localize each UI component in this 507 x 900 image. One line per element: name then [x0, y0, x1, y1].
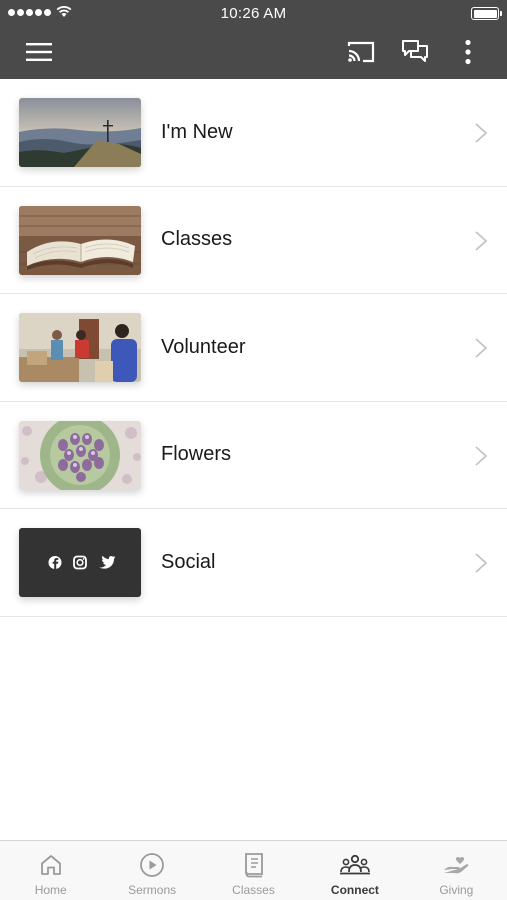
tab-connect[interactable]: Connect [304, 841, 405, 900]
tab-label: Classes [232, 883, 275, 897]
facebook-icon [48, 556, 62, 569]
more-vertical-icon [465, 39, 471, 65]
tab-sermons[interactable]: Sermons [101, 841, 202, 900]
cast-button[interactable] [344, 37, 378, 67]
tab-giving[interactable]: Giving [406, 841, 507, 900]
tab-label: Sermons [128, 883, 177, 897]
list-item-im-new[interactable]: I'm New [0, 79, 507, 187]
home-icon [40, 855, 61, 875]
social-icons-tile [19, 528, 141, 597]
chat-icon [402, 40, 428, 62]
more-options-button[interactable] [458, 37, 478, 67]
flower-bouquet-photo [19, 420, 141, 490]
list-item-label: Social [161, 550, 216, 573]
list-item-label: Classes [161, 228, 233, 251]
mountain-cross-photo [19, 98, 141, 167]
status-time: 10:26 AM [220, 5, 287, 22]
list-item-label: Flowers [161, 443, 232, 466]
volunteers-photo [19, 313, 141, 382]
chevron-right-icon [475, 230, 488, 251]
tab-label: Giving [439, 883, 474, 897]
open-bible-photo [19, 205, 141, 275]
chevron-right-icon [475, 123, 488, 143]
app-header: 10:26 AM [0, 0, 507, 79]
chat-button[interactable] [398, 37, 432, 67]
chevron-right-icon [475, 445, 488, 466]
hamburger-menu-button[interactable] [24, 38, 54, 66]
list-item-classes[interactable]: Classes [0, 187, 507, 294]
status-bar: 10:26 AM [0, 0, 507, 26]
list-item-flowers[interactable]: Flowers [0, 402, 507, 509]
app-bar [0, 26, 507, 79]
list-item-label: I'm New [161, 120, 233, 143]
list-item-label: Volunteer [161, 335, 246, 358]
book-icon [244, 853, 263, 878]
play-circle-icon [140, 853, 165, 877]
hamburger-menu-icon [26, 43, 52, 61]
tab-label: Connect [330, 883, 379, 897]
connect-list: I'm New Classes Volunteer Flowers Social [0, 79, 507, 617]
tab-label: Home [34, 883, 67, 897]
bottom-tab-bar: Home Sermons Classes Connect Giving [0, 840, 507, 900]
list-item-volunteer[interactable]: Volunteer [0, 294, 507, 402]
giving-hand-icon [444, 857, 469, 874]
battery-icon [471, 7, 502, 20]
chevron-right-icon [475, 338, 488, 358]
cast-icon [347, 41, 375, 63]
tab-home[interactable]: Home [0, 841, 101, 900]
list-item-social[interactable]: Social [0, 509, 507, 617]
tab-classes[interactable]: Classes [203, 841, 304, 900]
chevron-right-icon [475, 553, 488, 573]
people-icon [339, 854, 370, 875]
